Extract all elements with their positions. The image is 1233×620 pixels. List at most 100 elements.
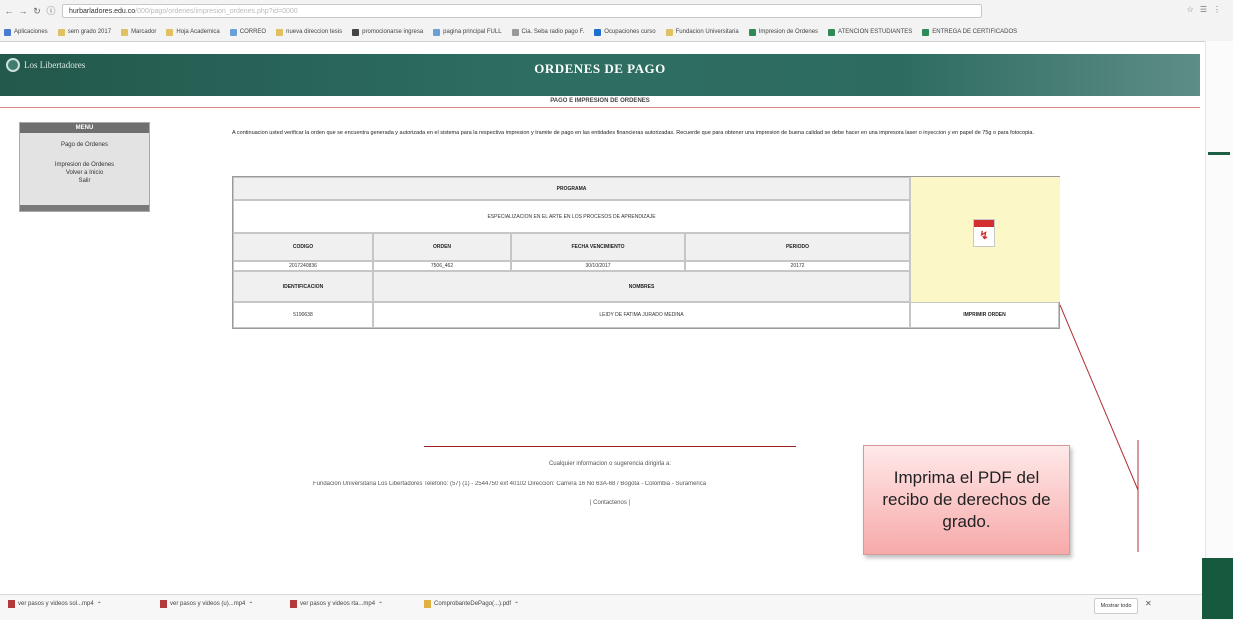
instruction-callout: Imprima el PDF del recibo de derechos de…: [863, 445, 1070, 555]
bookmark-label: ATENCION ESTUDIANTES: [838, 29, 913, 35]
back-icon[interactable]: ←: [4, 6, 14, 16]
bookmark-label: sem grado 2017: [67, 29, 112, 35]
menu-item-impresion-ordenes[interactable]: Impresion de Ordenes: [20, 161, 149, 169]
header-identificacion: IDENTIFICACION: [233, 271, 373, 302]
bookmark-item[interactable]: Fundacion Universitaria: [665, 28, 739, 36]
bookmark-item[interactable]: Hoja Academica: [166, 28, 220, 36]
bookmark-label: Marcador: [131, 29, 157, 35]
info-icon[interactable]: ⓘ: [46, 6, 56, 16]
bookmark-icon: [828, 28, 836, 36]
value-fecha-vencimiento: 30/10/2017: [511, 261, 685, 271]
video-file-icon: [160, 600, 167, 608]
value-codigo: 2017240836: [233, 261, 373, 271]
bookmark-icon: [121, 28, 129, 36]
bookmark-icon: [665, 28, 673, 36]
bookmark-icon: [229, 28, 237, 36]
bookmark-icon: [276, 28, 284, 36]
pdf-file-icon: [424, 600, 431, 608]
download-item-2[interactable]: ver pasos y videos (u)...mp4 ⌃: [160, 600, 253, 608]
bookmark-icon: [594, 28, 602, 36]
browser-chrome: ← → ↻ ⓘ hurbarladores.edu.co/000/pago/or…: [0, 0, 1233, 42]
bookmark-label: Fundacion Universitaria: [675, 29, 739, 35]
bookmark-icon: [352, 28, 360, 36]
bookmark-icon: [433, 28, 441, 36]
bookmark-icon: [922, 28, 930, 36]
value-periodo: 20172: [685, 261, 910, 271]
logo-text: Los Libertadores: [24, 60, 86, 70]
url-host: hurbarladores.edu.co: [69, 8, 136, 15]
bookmark-label: CORREO: [239, 29, 267, 35]
bookmark-item[interactable]: sem grado 2017: [57, 28, 112, 36]
bookmark-label: Aplicaciones: [14, 29, 48, 35]
bookmark-item[interactable]: Marcador: [121, 28, 157, 36]
bookmark-item[interactable]: Aplicaciones: [4, 28, 48, 36]
video-file-icon: [290, 600, 297, 608]
header-fecha-vencimiento: FECHA VENCIMIENTO: [511, 233, 685, 261]
bookmark-item[interactable]: ATENCION ESTUDIANTES: [828, 28, 913, 36]
address-bar[interactable]: hurbarladores.edu.co/000/pago/ordenes/im…: [62, 4, 982, 18]
callout-text: Imprima el PDF del recibo de derechos de…: [882, 468, 1051, 531]
bookmark-label: Cia. Seba radio pago F.: [521, 29, 585, 35]
bookmark-icon: [748, 28, 756, 36]
value-identificacion: 5190638: [233, 302, 373, 328]
bookmark-label: Hoja Academica: [176, 29, 220, 35]
bookmark-label: promocionarse ingresa: [362, 29, 424, 35]
footer-contact-line: Cualquier informacion o sugerencia dirig…: [548, 461, 672, 467]
forward-icon[interactable]: →: [18, 6, 28, 16]
side-menu: MENU Pago de Ordenes Impresion de Ordene…: [19, 122, 150, 212]
value-orden: 7506_462: [373, 261, 511, 271]
scrollbar-thumb[interactable]: [1208, 152, 1230, 155]
bookmark-item[interactable]: Ocupaciones curso: [594, 28, 656, 36]
order-table: PROGRAMA ESPECIALIZACION EN EL ARTE EN L…: [232, 176, 1060, 329]
header-nombres: NOMBRES: [373, 271, 910, 302]
bookmarks-bar: Aplicaciones sem grado 2017 Marcador Hoja A…: [0, 24, 1205, 40]
toolbar-icons[interactable]: ☆☰⋮: [1187, 5, 1227, 14]
pdf-download-cell[interactable]: ↯: [910, 177, 1060, 302]
footer-address-line: Fundacion Universitaria Los Libertadores…: [313, 481, 707, 487]
scrollbar-track[interactable]: [1205, 41, 1233, 619]
bookmark-item[interactable]: Cia. Seba radio pago F.: [511, 28, 585, 36]
bookmark-label: pagina principal FULL: [443, 29, 502, 35]
bookmark-label: nueva direccion tesis: [286, 29, 343, 35]
video-file-icon: [8, 600, 15, 608]
page-title: ORDENES DE PAGO: [534, 61, 666, 76]
taskbar-app-block: [1202, 558, 1233, 619]
university-logo-icon: [6, 58, 20, 72]
bookmark-icon: [511, 28, 519, 36]
footer-contact-link[interactable]: | Contactenos |: [570, 500, 650, 506]
download-item-3[interactable]: ver pasos y videos rta...mp4 ⌃: [290, 600, 383, 608]
bookmark-icon: [166, 28, 174, 36]
bookmark-item[interactable]: nueva direccion tesis: [276, 28, 343, 36]
bookmark-item[interactable]: promocionarse ingresa: [352, 28, 424, 36]
bookmark-label: ENTREGA DE CERTIFICADOS: [932, 29, 1018, 35]
close-download-bar-icon[interactable]: ✕: [1145, 599, 1152, 608]
bookmark-icon: [57, 28, 65, 36]
menu-item-volver-inicio[interactable]: Volver a Inicio: [20, 169, 149, 177]
page-subtitle: PAGO E IMPRESION DE ORDENES: [0, 96, 1200, 108]
pdf-icon[interactable]: ↯: [973, 219, 995, 247]
program-value: ESPECIALIZACION EN EL ARTE EN LOS PROCES…: [233, 200, 910, 233]
menu-footer: [20, 205, 149, 211]
bookmark-item[interactable]: Impresion de Ordenes: [748, 28, 819, 36]
bookmark-label: Impresion de Ordenes: [758, 29, 819, 35]
menu-item-pago-ordenes[interactable]: Pago de Ordenes: [20, 141, 149, 149]
menu-item-salir[interactable]: Salir: [20, 177, 149, 185]
reload-icon[interactable]: ↻: [32, 6, 42, 16]
url-path: /000/pago/ordenes/impresion_ordenes.php?…: [135, 8, 298, 15]
program-header: PROGRAMA: [233, 177, 910, 200]
bookmark-icon: [4, 28, 11, 36]
header-periodo: PERIODO: [685, 233, 910, 261]
bookmark-item[interactable]: ENTREGA DE CERTIFICADOS: [922, 28, 1018, 36]
menu-heading: MENU: [20, 123, 149, 133]
print-order-link[interactable]: IMPRIMIR ORDEN: [910, 302, 1059, 328]
bookmark-item[interactable]: CORREO: [229, 28, 267, 36]
header-codigo: CODIGO: [233, 233, 373, 261]
bookmark-item[interactable]: pagina principal FULL: [433, 28, 502, 36]
download-item-1[interactable]: ver pasos y videos sol...mp4 ⌃: [8, 600, 102, 608]
show-all-downloads-button[interactable]: Mostrar todo: [1094, 598, 1138, 614]
bookmark-label: Ocupaciones curso: [604, 29, 656, 35]
value-nombres: LEIDY DE FATIMA JURADO MEDINA: [373, 302, 910, 328]
footer-divider: [424, 446, 796, 447]
header-orden: ORDEN: [373, 233, 511, 261]
download-item-4[interactable]: ComprobanteDePago(...).pdf ⌃: [424, 600, 519, 608]
